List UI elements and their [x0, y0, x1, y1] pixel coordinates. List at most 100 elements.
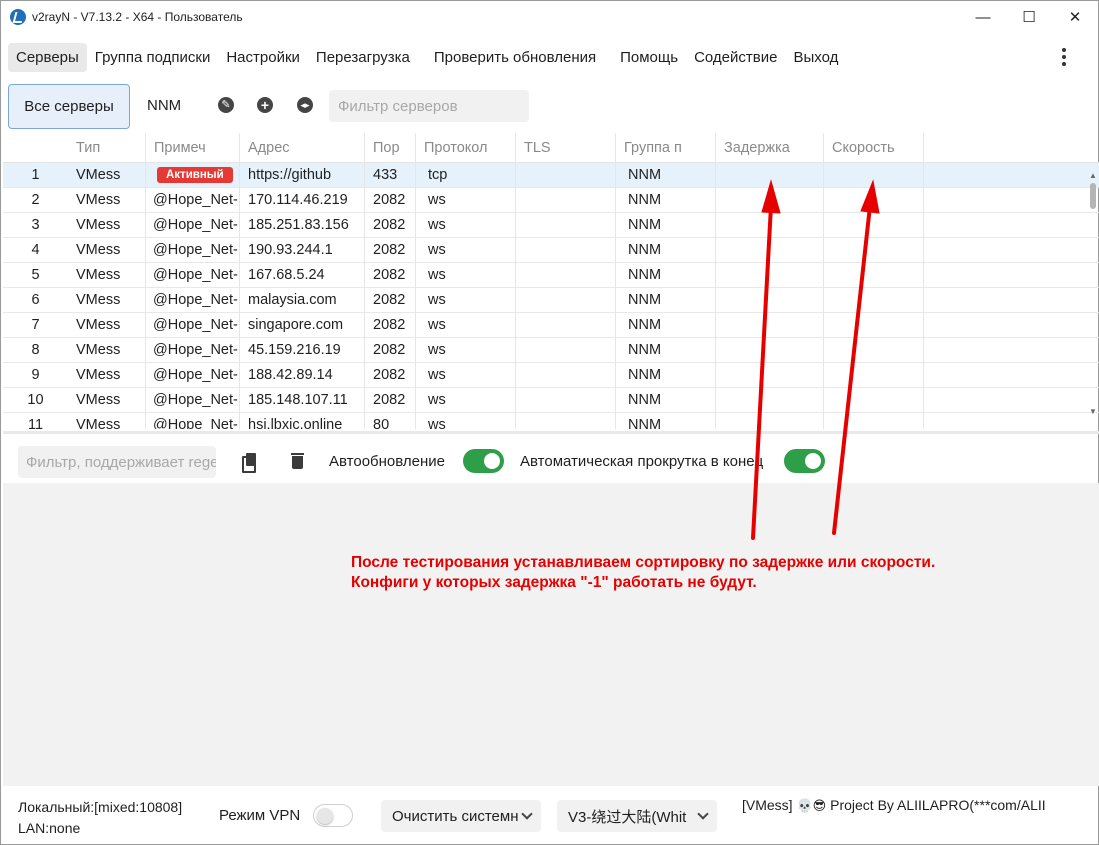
log-filter-input[interactable] [18, 446, 216, 478]
cell-delay [716, 413, 824, 429]
col-header-protocol[interactable]: Протокол [416, 133, 516, 162]
move-icon[interactable]: ◂▸ [297, 97, 313, 113]
system-proxy-dropdown[interactable]: Очистить системн [381, 800, 541, 832]
trash-icon[interactable] [291, 453, 304, 469]
menu-bar: Серверы Группа подписки Настройки Переза… [8, 41, 846, 73]
row-index: 10 [27, 392, 44, 408]
scrollbar-thumb[interactable] [1090, 183, 1096, 209]
all-servers-button[interactable]: Все серверы [8, 84, 130, 129]
server-toolbar: Все серверы NNM ✎ + ◂▸ [8, 84, 1088, 129]
cell-tls [516, 388, 616, 412]
skull-icon: 💀 [796, 798, 813, 813]
cell-tls [516, 363, 616, 387]
cell-port: 2082 [365, 313, 416, 337]
cell-speed [824, 413, 924, 429]
cell-delay [716, 163, 824, 187]
col-header-delay[interactable]: Задержка [716, 133, 824, 162]
table-row[interactable]: 7 VMess @Hope_Net-singapore.com 2082 ws NNM [3, 313, 1099, 338]
panel-splitter[interactable] [3, 431, 1099, 434]
table-row[interactable]: 4 VMess @Hope_Net- 190.93.244.1 2082 ws NNM [3, 238, 1099, 263]
add-icon[interactable]: + [257, 97, 273, 113]
cell-port: 2082 [365, 338, 416, 362]
menu-settings[interactable]: Настройки [218, 43, 308, 72]
grid-scrollbar[interactable]: ▲ ▼ [1088, 171, 1098, 431]
cell-delay [716, 288, 824, 312]
cell-tls [516, 313, 616, 337]
col-header-remark[interactable]: Примеч [146, 133, 240, 162]
col-header-group[interactable]: Группа п [616, 133, 716, 162]
menu-subscription-group[interactable]: Группа подписки [87, 43, 219, 72]
cell-filler [924, 313, 1084, 337]
log-toolbar: Автообновление Автоматическая прокрутка … [3, 441, 1099, 481]
row-index: 3 [31, 217, 40, 233]
vpn-mode-label: Режим VPN [219, 807, 301, 824]
auto-scroll-toggle[interactable] [784, 449, 825, 473]
maximize-button[interactable]: ☐ [1006, 1, 1052, 33]
edit-icon[interactable]: ✎ [218, 97, 234, 113]
scroll-down-icon[interactable]: ▼ [1089, 407, 1097, 416]
table-row[interactable]: 2 VMess @Hope_Net- 170.114.46.219 2082 ws NNM [3, 188, 1099, 213]
menu-exit[interactable]: Выход [785, 43, 846, 72]
cell-protocol: ws [416, 288, 516, 312]
annotation-line-1: После тестирования устанавливаем сортиро… [351, 554, 936, 571]
vpn-mode-toggle[interactable] [313, 804, 353, 827]
row-index: 8 [31, 342, 40, 358]
cell-remark: @Hope_Net- [146, 338, 240, 362]
table-row[interactable]: 10 VMess @Hope_Net- 185.148.107.11 2082 ws NNM [3, 388, 1099, 413]
row-index: 2 [31, 192, 40, 208]
cell-address: malaysia.com [240, 288, 365, 312]
cell-type: VMess [68, 163, 146, 187]
sunglasses-icon: 😎 [812, 798, 827, 813]
cell-type: VMess [68, 388, 146, 412]
window-title: v2rayN - V7.13.2 - X64 - Пользователь [32, 10, 243, 24]
server-name-label: Project By ALIILAPRO(***com/ALII [830, 797, 1046, 813]
auto-refresh-label: Автообновление [329, 453, 445, 470]
cell-protocol: ws [416, 363, 516, 387]
window-controls: — ☐ ✕ [960, 1, 1098, 33]
cell-type: VMess [68, 213, 146, 237]
more-options-icon[interactable] [1054, 45, 1074, 69]
menu-donate[interactable]: Содействие [686, 43, 785, 72]
group-tab-nnm[interactable]: NNM [147, 97, 181, 114]
cell-type: VMess [68, 238, 146, 262]
server-grid: Тип Примеч Адрес Пор Протокол TLS Группа… [3, 133, 1099, 429]
copy-icon[interactable] [242, 453, 257, 473]
table-row[interactable]: 11 VMess @Hope_Net-hsi.lbxic.online 80 ws NNM [3, 413, 1099, 429]
menu-help[interactable]: Помощь [612, 43, 686, 72]
auto-refresh-toggle[interactable] [463, 449, 504, 473]
menu-check-updates[interactable]: Проверить обновления [426, 43, 604, 72]
cell-filler [924, 413, 1084, 429]
minimize-button[interactable]: — [960, 1, 1006, 33]
table-row[interactable]: 5 VMess @Hope_Net- 167.68.5.24 2082 ws NNM [3, 263, 1099, 288]
col-header-type[interactable]: Тип [68, 133, 146, 162]
cell-filler [924, 388, 1084, 412]
close-button[interactable]: ✕ [1052, 1, 1098, 33]
col-header-speed[interactable]: Скорость [824, 133, 924, 162]
table-row[interactable]: 6 VMess @Hope_Net-malaysia.com 2082 ws NNM [3, 288, 1099, 313]
cell-remark: @Hope_Net- [146, 363, 240, 387]
table-row[interactable]: 9 VMess @Hope_Net- 188.42.89.14 2082 ws NNM [3, 363, 1099, 388]
cell-speed [824, 388, 924, 412]
title-bar: v2rayN - V7.13.2 - X64 - Пользователь — … [1, 1, 1098, 33]
cell-protocol: ws [416, 313, 516, 337]
scroll-up-icon[interactable]: ▲ [1089, 171, 1097, 180]
col-header-tls[interactable]: TLS [516, 133, 616, 162]
lan-label: LAN:none [18, 820, 81, 836]
table-row[interactable]: 1 VMess Активный https://github 433 tcp NNM [3, 163, 1099, 188]
col-header-port[interactable]: Пор [365, 133, 416, 162]
cell-protocol: ws [416, 263, 516, 287]
menu-servers[interactable]: Серверы [8, 42, 87, 72]
menu-reload[interactable]: Перезагрузка [308, 43, 418, 72]
cell-group: NNM [616, 288, 716, 312]
server-filter-input[interactable] [329, 90, 529, 122]
cell-filler [924, 263, 1084, 287]
col-header-address[interactable]: Адрес [240, 133, 365, 162]
routing-dropdown[interactable]: V3-绕过大陆(Whit [557, 800, 717, 832]
system-proxy-value: Очистить системн [392, 807, 519, 825]
cell-filler [924, 238, 1084, 262]
table-row[interactable]: 8 VMess @Hope_Net- 45.159.216.19 2082 ws NNM [3, 338, 1099, 363]
table-row[interactable]: 3 VMess @Hope_Net- 185.251.83.156 2082 ws NNM [3, 213, 1099, 238]
row-index: 1 [31, 167, 40, 183]
cell-type: VMess [68, 338, 146, 362]
cell-speed [824, 288, 924, 312]
